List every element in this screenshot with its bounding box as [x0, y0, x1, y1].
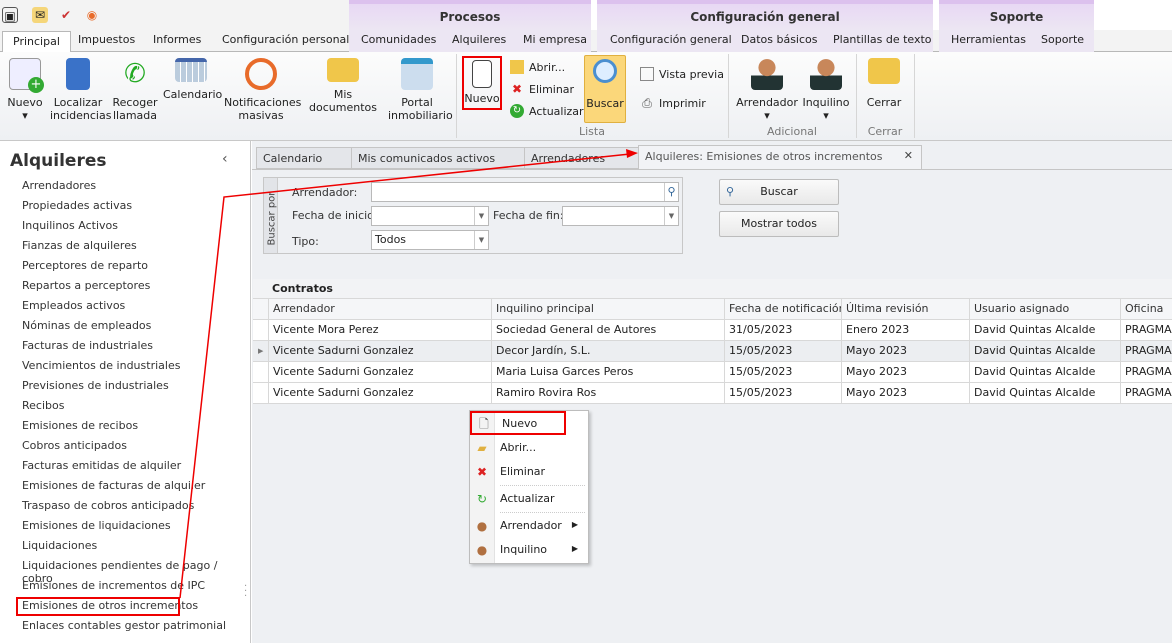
context-menu-item[interactable]: ↻ Actualizar	[470, 488, 588, 510]
context-menu-item[interactable]: ● Inquilino ▶	[470, 539, 588, 561]
refresh-icon: ↻	[476, 492, 488, 506]
delete-x-icon: ✖	[476, 465, 488, 479]
blank-document-icon: 🗋	[479, 417, 489, 431]
folder-open-icon: ▰	[477, 441, 487, 455]
context-menu-item[interactable]: ▰ Abrir...	[470, 437, 588, 459]
submenu-arrow-icon: ▶	[571, 520, 578, 529]
context-menu: 🗋 Nuevo ▰ Abrir... ✖ Eliminar ↻ Actualizar ● Arre…	[469, 410, 589, 564]
person-icon: ●	[476, 543, 488, 557]
context-menu-item[interactable]: ✖ Eliminar	[470, 461, 588, 483]
person-key-icon: ●	[476, 519, 488, 533]
submenu-arrow-icon: ▶	[571, 544, 578, 553]
context-menu-item[interactable]: ● Arrendador ▶	[470, 515, 588, 537]
context-menu-item[interactable]: 🗋 Nuevo	[470, 411, 566, 435]
highlight-box	[16, 597, 180, 616]
